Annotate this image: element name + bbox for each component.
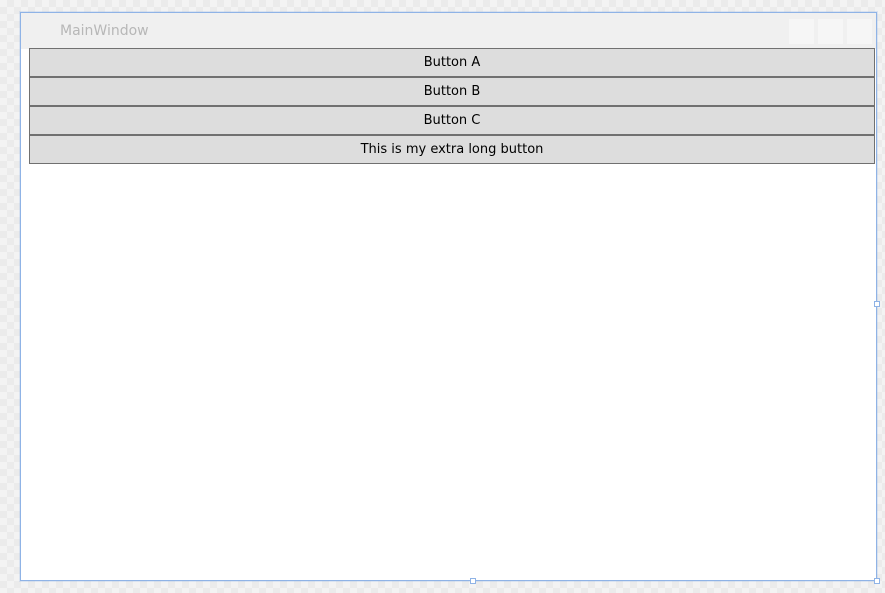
extra-long-button[interactable]: This is my extra long button	[29, 135, 875, 164]
button-a[interactable]: Button A	[29, 48, 875, 77]
close-button[interactable]	[847, 19, 872, 44]
main-window: MainWindow Button A Button B Button C Th…	[20, 12, 880, 584]
window-title: MainWindow	[60, 23, 149, 39]
resize-handle-corner[interactable]	[874, 578, 880, 584]
minimize-button[interactable]	[789, 19, 814, 44]
resize-handle-bottom[interactable]	[470, 578, 476, 584]
button-c[interactable]: Button C	[29, 106, 875, 135]
maximize-button[interactable]	[818, 19, 843, 44]
window-titlebar[interactable]: MainWindow	[21, 13, 876, 49]
resize-handle-right[interactable]	[874, 301, 880, 307]
button-b[interactable]: Button B	[29, 77, 875, 106]
button-stack-panel: Button A Button B Button C This is my ex…	[29, 48, 876, 164]
